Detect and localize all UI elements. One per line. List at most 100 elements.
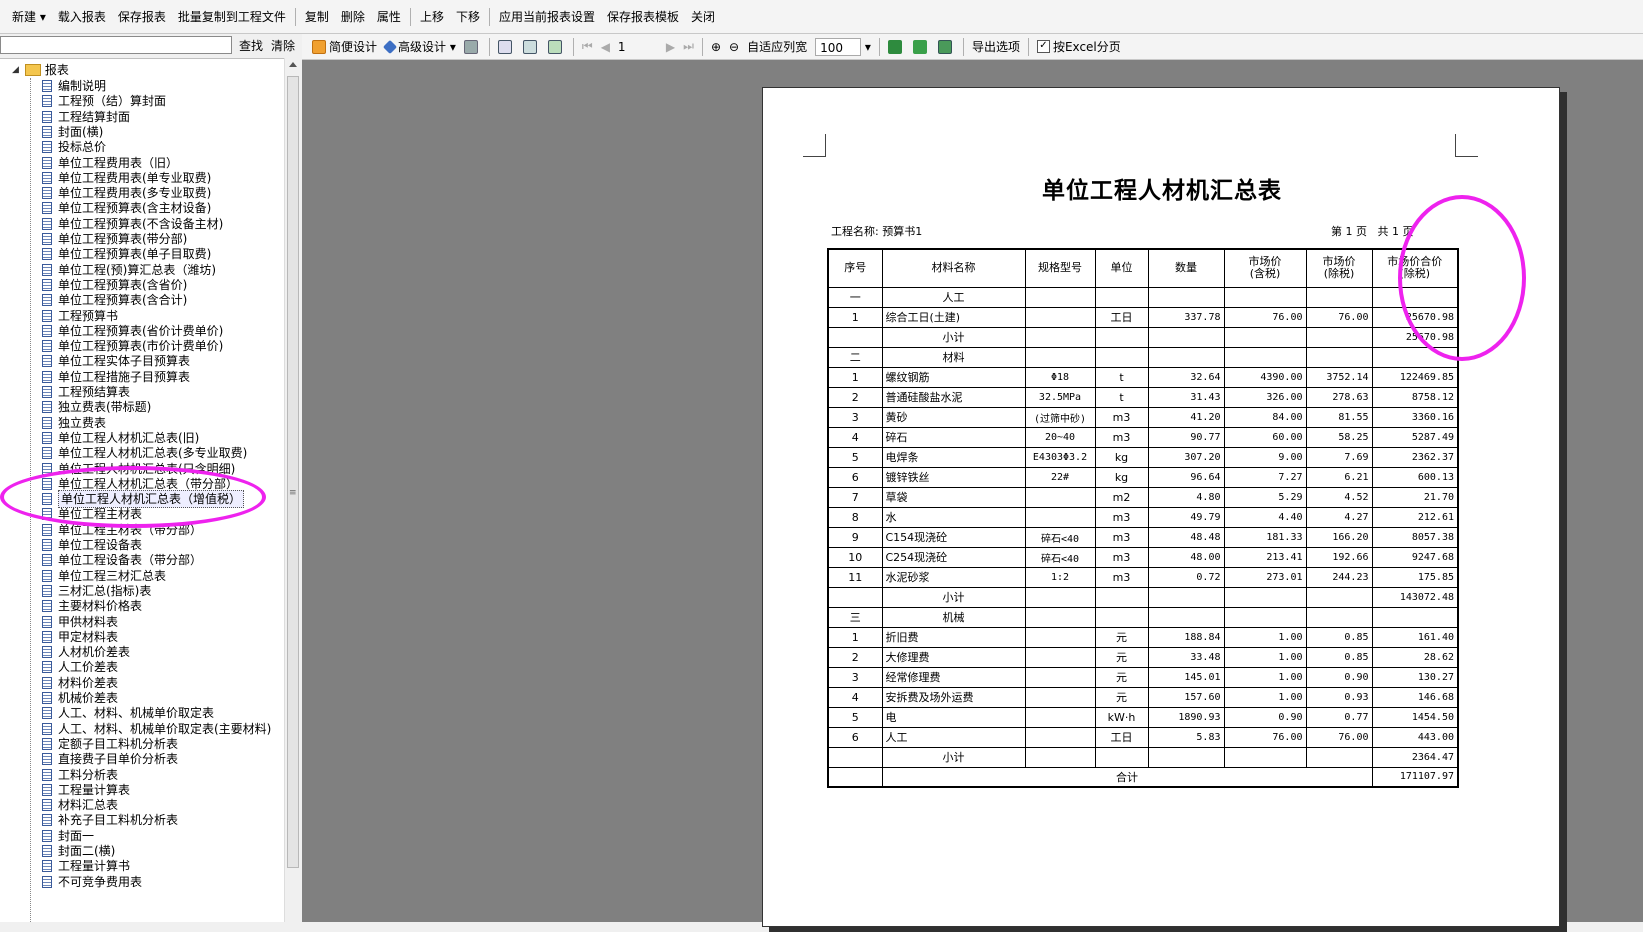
table-cell	[1371, 346, 1459, 368]
menu-item-2[interactable]: 保存报表	[112, 8, 172, 25]
tree-item[interactable]: 单位工程实体子目预算表	[42, 353, 190, 369]
excel-paging-checkbox[interactable]: ✓ 按Excel分页	[1033, 38, 1125, 55]
tree-item[interactable]: 甲供材料表	[42, 614, 118, 630]
tree-item[interactable]: 单位工程费用表(单专业取费)	[42, 170, 211, 186]
tree-item[interactable]: 人材机价差表	[42, 644, 130, 660]
prev-page-button[interactable]: ◀	[597, 40, 614, 54]
zoom-select[interactable]: 100 ▾	[811, 37, 875, 56]
menu-item-0[interactable]: 新建 ▾	[6, 8, 52, 25]
total-row: 合计 171107.97	[827, 766, 1459, 788]
tree-item[interactable]: 单位工程人材机汇总表(多专业取费)	[42, 445, 247, 461]
tree-item[interactable]: 单位工程预算表(含合计)	[42, 292, 187, 308]
tree-item[interactable]: 单位工程预算表(带分部)	[42, 231, 187, 247]
tree-item[interactable]: 工程预结算表	[42, 384, 130, 400]
find-button[interactable]: 查找	[236, 36, 266, 56]
tree-item[interactable]: 人工价差表	[42, 659, 118, 675]
scroll-up-icon[interactable]	[289, 62, 297, 67]
menu-item-9[interactable]: 应用当前报表设置	[493, 8, 601, 25]
menu-item-1[interactable]: 载入报表	[52, 8, 112, 25]
tree-item[interactable]: 单位工程三材汇总表	[42, 568, 166, 584]
tree-item[interactable]: 单位工程预算表(市价计费单价)	[42, 338, 223, 354]
menu-item-4[interactable]: 复制	[299, 8, 335, 25]
tree-item[interactable]: 补充子目工料机分析表	[42, 812, 178, 828]
total-label: 合计	[881, 766, 1373, 788]
tree-item[interactable]: 封面(横)	[42, 124, 103, 140]
page-view-4-button[interactable]	[544, 39, 569, 54]
page-view-1-button[interactable]	[494, 39, 519, 54]
tree-root-node[interactable]: ◢ 报表	[12, 62, 69, 78]
menu-item-10[interactable]: 保存报表模板	[601, 8, 685, 25]
tree-item[interactable]: 单位工程设备表	[42, 537, 142, 553]
tree-item[interactable]: 独立费表(带标题)	[42, 399, 151, 415]
tree-item[interactable]: 编制说明	[42, 78, 106, 94]
tree-item[interactable]: 定额子目工料机分析表	[42, 736, 178, 752]
menu-item-6[interactable]: 属性	[371, 8, 407, 25]
export-multi-button[interactable]	[934, 39, 959, 54]
checkbox-icon[interactable]: ✓	[1036, 40, 1050, 53]
clear-button[interactable]: 清除	[268, 36, 298, 56]
tree-item[interactable]: 单位工程预算表(单子目取费)	[42, 246, 211, 262]
tree-item[interactable]: 直接费子目单价分析表	[42, 751, 178, 767]
tree-item[interactable]: 主要材料价格表	[42, 598, 142, 614]
tree-item[interactable]: 单位工程人材机汇总表(旧)	[42, 430, 199, 446]
tree-item[interactable]: 人工、材料、机械单价取定表	[42, 705, 214, 721]
tree-item[interactable]: 人工、材料、机械单价取定表(主要材料)	[42, 721, 271, 737]
tree-item[interactable]: 单位工程人材机汇总表(只含明细)	[42, 461, 235, 477]
tree-item[interactable]: 不可竞争费用表	[42, 874, 142, 890]
tree-item[interactable]: 工程量计算书	[42, 858, 130, 874]
export-options-button[interactable]: 导出选项	[968, 38, 1024, 55]
zoom-in-button[interactable]: ⊕	[707, 40, 725, 54]
first-page-button[interactable]: ⏮	[578, 39, 597, 54]
export-excel2-button[interactable]	[909, 39, 934, 54]
collapse-icon[interactable]: ◢	[12, 62, 19, 78]
tree-item[interactable]: 独立费表	[42, 415, 106, 431]
table-cell: 81.55	[1305, 406, 1373, 428]
menu-item-8[interactable]: 下移	[450, 8, 486, 25]
search-input[interactable]	[0, 36, 232, 54]
print-button[interactable]	[460, 39, 485, 54]
tree-item[interactable]: 单位工程预算表(省价计费单价)	[42, 323, 223, 339]
tree-item[interactable]: 单位工程人材机汇总表（增值税）	[42, 490, 245, 509]
tree-item[interactable]: 工程量计算表	[42, 782, 130, 798]
scroll-thumb[interactable]	[287, 76, 299, 868]
tree-item[interactable]: 投标总价	[42, 139, 106, 155]
tree-item[interactable]: 单位工程费用表(多专业取费)	[42, 185, 211, 201]
tree-item[interactable]: 单位工程费用表（旧）	[42, 155, 178, 171]
tree-item[interactable]: 单位工程设备表（带分部）	[42, 552, 202, 568]
page-view-2-button[interactable]	[519, 39, 544, 54]
tree-item[interactable]: 单位工程预算表(不含设备主材)	[42, 216, 223, 232]
tree-item[interactable]: 工料分析表	[42, 767, 118, 783]
table-cell: E4303Φ3.2	[1024, 446, 1096, 468]
menu-item-3[interactable]: 批量复制到工程文件	[172, 8, 292, 25]
tree-item[interactable]: 单位工程预算表(含省价)	[42, 277, 187, 293]
tree-item[interactable]: 材料价差表	[42, 675, 118, 691]
tree-item[interactable]: 工程预（结）算封面	[42, 93, 166, 109]
tree-item[interactable]: 单位工程(预)算汇总表（潍坊)	[42, 262, 216, 278]
report-doc-icon	[42, 171, 52, 184]
zoom-out-button[interactable]: ⊖	[725, 40, 743, 54]
tree-item[interactable]: 机械价差表	[42, 690, 118, 706]
tree-item[interactable]: 单位工程预算表(含主材设备)	[42, 200, 211, 216]
page-number-field[interactable]: 1	[614, 40, 652, 54]
tree-item[interactable]: 封面二(横)	[42, 843, 115, 859]
last-page-button[interactable]: ⏭	[679, 39, 698, 54]
tree-item[interactable]: 材料汇总表	[42, 797, 118, 813]
tree-item[interactable]: 三材汇总(指标)表	[42, 583, 151, 599]
next-page-button[interactable]: ▶	[662, 40, 679, 54]
tree-item-label: 单位工程预算表(含主材设备)	[58, 201, 212, 216]
menu-item-7[interactable]: 上移	[414, 8, 450, 25]
simple-design-button[interactable]: 简便设计	[308, 38, 381, 55]
advanced-design-button[interactable]: 高级设计 ▾	[381, 38, 460, 55]
tree-item[interactable]: 单位工程主材表	[42, 506, 142, 522]
fit-width-button[interactable]: 自适应列宽	[743, 38, 811, 55]
export-excel-button[interactable]	[884, 39, 909, 54]
menu-item-11[interactable]: 关闭	[685, 8, 721, 25]
tree-item[interactable]: 甲定材料表	[42, 629, 118, 645]
tree-item[interactable]: 单位工程主材表（带分部）	[42, 522, 202, 538]
tree-item[interactable]: 单位工程措施子目预算表	[42, 369, 190, 385]
tree-scrollbar[interactable]: ≡	[284, 58, 302, 922]
menu-item-5[interactable]: 删除	[335, 8, 371, 25]
tree-item[interactable]: 封面一	[42, 828, 94, 844]
tree-item[interactable]: 工程预算书	[42, 308, 118, 324]
tree-item[interactable]: 工程结算封面	[42, 109, 130, 125]
